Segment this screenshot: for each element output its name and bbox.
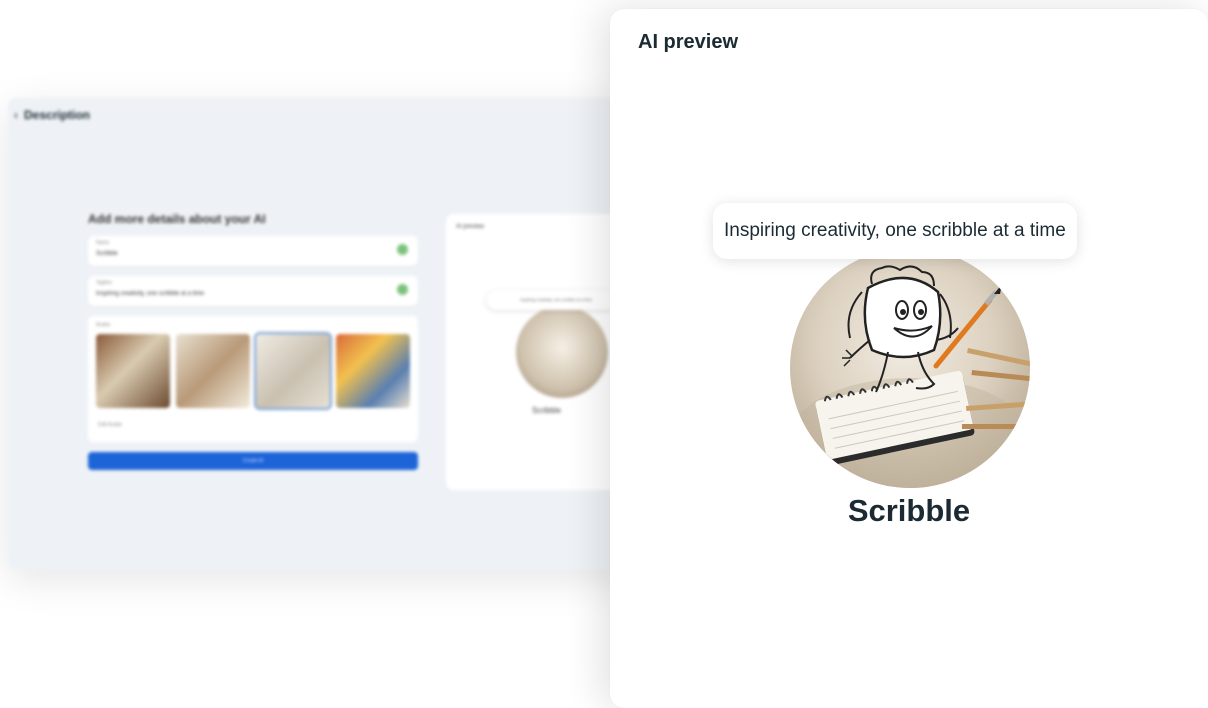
background-editor-window: ‹ Description Add more details about you… [8,98,688,570]
avatar-picker: Avatar Edit Avatar [88,316,418,442]
avatar-option[interactable] [176,334,250,408]
preview-title: AI preview [638,31,739,53]
avatar-picker-label: Avatar [96,322,111,328]
tagline-bubble: Inspiring creativity, one scribble at a … [713,203,1077,259]
create-ai-button[interactable]: Create AI [88,452,418,470]
avatar-option-selected[interactable] [254,332,332,410]
description-header[interactable]: ‹ Description [14,108,90,122]
form-title: Add more details about your AI [88,212,266,226]
tagline-field-label: Tagline [96,280,112,286]
scribble-avatar-icon [790,248,1030,488]
name-field[interactable]: Name Scribble [88,236,418,266]
avatar-option[interactable] [96,334,170,408]
background-preview-tagline: Inspiring creativity, one scribble at a … [486,290,626,310]
background-preview-title: AI preview [456,224,485,230]
ai-name: Scribble [847,493,971,528]
check-icon [397,284,408,295]
check-icon [397,244,408,255]
background-preview-avatar [516,306,608,398]
ai-preview-panel: AI preview Inspiring creativity, one scr… [610,9,1208,708]
name-field-value[interactable]: Scribble [96,251,118,257]
description-header-label: Description [24,108,91,122]
name-field-label: Name [96,240,110,246]
chevron-left-icon[interactable]: ‹ [14,108,18,122]
tagline-field-value[interactable]: Inspiring creativity, one scribble at a … [96,291,204,297]
avatar-option[interactable] [336,334,410,408]
background-preview-name: Scribble [532,406,561,415]
edit-avatar-link[interactable]: Edit Avatar [98,422,122,428]
tagline-field[interactable]: Tagline Inspiring creativity, one scribb… [88,276,418,306]
